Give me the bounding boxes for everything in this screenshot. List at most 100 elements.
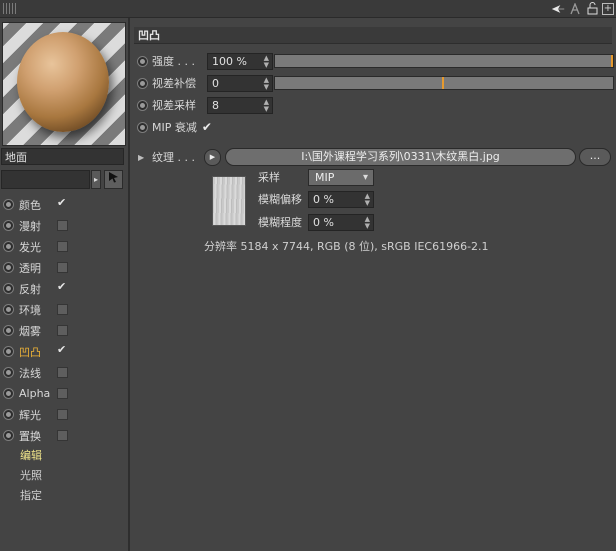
channel-checkbox[interactable]	[57, 343, 68, 357]
blur-offset-value: 0 %	[313, 192, 334, 206]
panel-header-bar: +	[0, 0, 616, 18]
parallax-samples-field[interactable]: 8 ▲ ▼	[207, 96, 273, 114]
channel-search-row: ▸	[1, 170, 127, 190]
browse-button[interactable]: ...	[579, 148, 611, 166]
add-icon[interactable]: +	[602, 2, 614, 15]
mip-falloff-anim-radio[interactable]	[137, 121, 148, 133]
channel-anim-radio[interactable]	[3, 262, 14, 273]
material-sidebar: 地面 ▸ 颜色漫射发光透明反射环境烟雾凹凸法线 Alpha 辉光置换编辑光照指定	[0, 18, 130, 551]
parallax-samples-row: 视差采样 8 ▲ ▼	[137, 96, 273, 114]
stepper-icon[interactable]: ▲ ▼	[365, 215, 370, 230]
channel-item[interactable]: 置换	[2, 425, 126, 446]
mip-falloff-row: MIP 衰减 ✔	[137, 118, 214, 136]
sampling-select[interactable]: MIP	[308, 168, 374, 186]
pick-cursor-icon[interactable]	[104, 170, 123, 189]
preview-sphere	[17, 32, 109, 132]
lock-icon[interactable]	[585, 2, 599, 16]
search-dropdown-button[interactable]: ▸	[91, 170, 101, 189]
channel-item[interactable]: 烟雾	[2, 320, 126, 341]
channel-anim-radio[interactable]	[3, 367, 14, 378]
channel-checkbox[interactable]	[57, 409, 68, 420]
parallax-offset-anim-radio[interactable]	[137, 77, 148, 89]
sub-item[interactable]: 指定	[2, 486, 126, 506]
sampling-row: 采样 MIP	[258, 168, 374, 186]
channel-checkbox[interactable]	[57, 262, 68, 273]
channel-label: 颜色	[19, 198, 41, 212]
parallax-samples-anim-radio[interactable]	[137, 99, 148, 111]
channel-anim-radio[interactable]	[3, 346, 14, 357]
channel-checkbox[interactable]	[57, 241, 68, 252]
strength-field[interactable]: 100 % ▲ ▼	[207, 52, 273, 70]
material-name-field[interactable]: 地面	[1, 148, 124, 165]
channel-list: 颜色漫射发光透明反射环境烟雾凹凸法线 Alpha 辉光置换编辑光照指定	[2, 194, 126, 506]
blur-scale-value: 0 %	[313, 215, 334, 229]
stepper-icon[interactable]: ▲ ▼	[264, 98, 269, 113]
stepper-icon[interactable]: ▲ ▼	[365, 192, 370, 207]
channel-item[interactable]: 漫射	[2, 215, 126, 236]
channel-item[interactable]: 反射	[2, 278, 126, 299]
grip-icon[interactable]	[3, 3, 17, 14]
channel-checkbox[interactable]	[57, 220, 68, 231]
channel-checkbox[interactable]	[57, 430, 68, 441]
channel-anim-radio[interactable]	[3, 388, 14, 399]
channel-item[interactable]: 发光	[2, 236, 126, 257]
channel-anim-radio[interactable]	[3, 325, 14, 336]
channel-checkbox[interactable]	[57, 196, 68, 210]
sub-item[interactable]: 光照	[2, 466, 126, 486]
channel-checkbox[interactable]	[57, 325, 68, 336]
blur-scale-field[interactable]: 0 % ▲ ▼	[308, 213, 374, 231]
text-a-icon[interactable]	[568, 2, 582, 16]
channel-item[interactable]: 颜色	[2, 194, 126, 215]
expand-triangle-icon[interactable]: ▶	[138, 153, 152, 162]
channel-anim-radio[interactable]	[3, 220, 14, 231]
channel-anim-radio[interactable]	[3, 241, 14, 252]
parallax-offset-slider[interactable]	[274, 76, 614, 90]
parallax-offset-field[interactable]: 0 ▲ ▼	[207, 74, 273, 92]
mip-falloff-label: MIP 衰减	[152, 121, 197, 134]
channel-anim-radio[interactable]	[3, 430, 14, 441]
channel-checkbox[interactable]	[57, 304, 68, 315]
sampling-label: 采样	[258, 171, 280, 184]
channel-label: 环境	[19, 303, 41, 317]
stepper-icon[interactable]: ▲ ▼	[264, 76, 269, 91]
channel-checkbox[interactable]	[57, 367, 68, 378]
strength-anim-radio[interactable]	[137, 55, 148, 67]
channel-anim-radio[interactable]	[3, 199, 14, 210]
channel-checkbox[interactable]	[57, 388, 68, 399]
channel-anim-radio[interactable]	[3, 409, 14, 420]
blur-scale-row: 模糊程度 0 % ▲ ▼	[258, 213, 374, 231]
channel-checkbox[interactable]	[57, 280, 68, 294]
arrow-nav-icon[interactable]	[551, 2, 565, 16]
strength-label: 强度 . . .	[152, 55, 195, 68]
channel-anim-radio[interactable]	[3, 283, 14, 294]
mip-falloff-checkbox[interactable]: ✔	[202, 121, 214, 133]
channel-item[interactable]: Alpha	[2, 383, 126, 404]
texture-thumbnail[interactable]	[212, 176, 246, 226]
channel-item[interactable]: 辉光	[2, 404, 126, 425]
channel-label: 辉光	[19, 408, 41, 422]
strength-slider-handle[interactable]	[611, 55, 613, 67]
channel-label: 凹凸	[19, 345, 41, 359]
texture-menu-button[interactable]: ▶	[204, 148, 221, 166]
channel-item[interactable]: 透明	[2, 257, 126, 278]
texture-path-button[interactable]: I:\国外课程学习系列\0331\木纹黑白.jpg	[225, 148, 576, 166]
bump-channel-panel: 凹凸 强度 . . . 100 % ▲ ▼ 视差补偿 0 ▲ ▼ 视差采样 8 ▲ ▼	[131, 18, 616, 551]
channel-label: 发光	[19, 240, 41, 254]
parallax-offset-label: 视差补偿	[152, 77, 196, 90]
sub-item[interactable]: 编辑	[2, 446, 126, 466]
stepper-icon[interactable]: ▲ ▼	[264, 54, 269, 69]
channel-label: 反射	[19, 282, 41, 296]
channel-item[interactable]: 法线	[2, 362, 126, 383]
channel-item[interactable]: 环境	[2, 299, 126, 320]
parallax-offset-slider-handle[interactable]	[442, 77, 444, 89]
channel-item[interactable]: 凹凸	[2, 341, 126, 362]
material-preview[interactable]	[2, 22, 126, 146]
blur-offset-label: 模糊偏移	[258, 193, 302, 206]
channel-search-input[interactable]	[1, 170, 90, 189]
strength-slider[interactable]	[274, 54, 614, 68]
blur-offset-field[interactable]: 0 % ▲ ▼	[308, 190, 374, 208]
channel-anim-radio[interactable]	[3, 304, 14, 315]
texture-row: ▶ 纹理 . . . ▶ I:\国外课程学习系列\0331\木纹黑白.jpg .…	[138, 148, 614, 166]
channel-label: 透明	[19, 261, 41, 275]
blur-offset-row: 模糊偏移 0 % ▲ ▼	[258, 190, 374, 208]
